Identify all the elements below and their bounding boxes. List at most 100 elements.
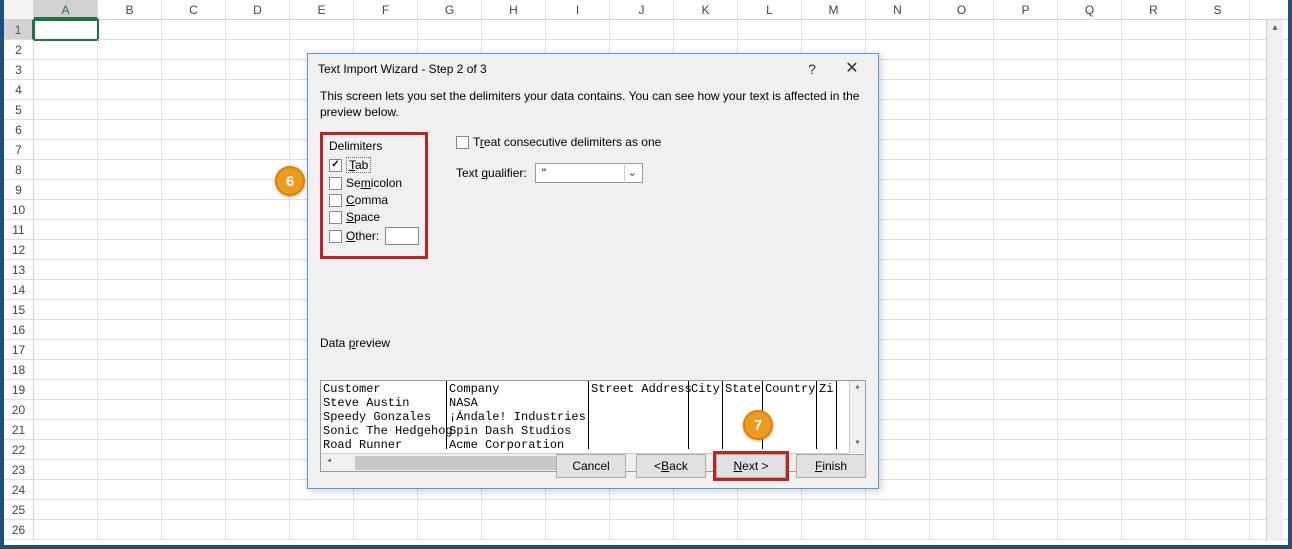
cell[interactable] bbox=[1186, 40, 1250, 60]
row-header[interactable]: 2 bbox=[4, 40, 34, 60]
cell[interactable] bbox=[994, 100, 1058, 120]
cell[interactable] bbox=[994, 320, 1058, 340]
cell[interactable] bbox=[98, 80, 162, 100]
cell[interactable] bbox=[930, 400, 994, 420]
cell[interactable] bbox=[1186, 500, 1250, 520]
scroll-left-icon[interactable]: ◂ bbox=[321, 455, 337, 471]
cell[interactable] bbox=[1058, 120, 1122, 140]
cell[interactable] bbox=[1058, 400, 1122, 420]
row-header[interactable]: 11 bbox=[4, 220, 34, 240]
cell[interactable] bbox=[1186, 80, 1250, 100]
cell[interactable] bbox=[98, 120, 162, 140]
cell[interactable] bbox=[226, 240, 290, 260]
cell[interactable] bbox=[1058, 440, 1122, 460]
cell[interactable] bbox=[866, 500, 930, 520]
cell[interactable] bbox=[802, 520, 866, 540]
row-header[interactable]: 15 bbox=[4, 300, 34, 320]
cell[interactable] bbox=[1058, 260, 1122, 280]
cell[interactable] bbox=[162, 380, 226, 400]
cell[interactable] bbox=[1186, 440, 1250, 460]
cell[interactable] bbox=[290, 20, 354, 40]
cell[interactable] bbox=[930, 220, 994, 240]
cell[interactable] bbox=[1122, 260, 1186, 280]
cell[interactable] bbox=[34, 140, 98, 160]
row-header[interactable]: 12 bbox=[4, 240, 34, 260]
row-header[interactable]: 5 bbox=[4, 100, 34, 120]
cell[interactable] bbox=[802, 500, 866, 520]
cell[interactable] bbox=[162, 360, 226, 380]
cell[interactable] bbox=[994, 400, 1058, 420]
cell[interactable] bbox=[1122, 60, 1186, 80]
scroll-up-icon[interactable]: ▴ bbox=[1267, 20, 1283, 37]
cell[interactable] bbox=[162, 440, 226, 460]
cell[interactable] bbox=[1122, 320, 1186, 340]
cell[interactable] bbox=[1058, 380, 1122, 400]
row-header[interactable]: 22 bbox=[4, 440, 34, 460]
cell[interactable] bbox=[1058, 300, 1122, 320]
row-header[interactable]: 6 bbox=[4, 120, 34, 140]
cell[interactable] bbox=[226, 440, 290, 460]
cell[interactable] bbox=[1058, 40, 1122, 60]
cell[interactable] bbox=[1122, 500, 1186, 520]
cell[interactable] bbox=[1186, 400, 1250, 420]
cell[interactable] bbox=[98, 180, 162, 200]
cell[interactable] bbox=[1122, 440, 1186, 460]
row-header[interactable]: 3 bbox=[4, 60, 34, 80]
cell[interactable] bbox=[1122, 80, 1186, 100]
column-header-o[interactable]: O bbox=[930, 0, 994, 19]
cell[interactable] bbox=[738, 20, 802, 40]
cell[interactable] bbox=[226, 340, 290, 360]
column-header-l[interactable]: L bbox=[738, 0, 802, 19]
cell[interactable] bbox=[226, 500, 290, 520]
finish-button[interactable]: Finish bbox=[796, 454, 866, 478]
row-header[interactable]: 25 bbox=[4, 500, 34, 520]
cell[interactable] bbox=[98, 40, 162, 60]
vertical-scrollbar[interactable]: ▴ bbox=[1266, 20, 1283, 541]
cell[interactable] bbox=[226, 120, 290, 140]
cell[interactable] bbox=[34, 360, 98, 380]
cell[interactable] bbox=[994, 160, 1058, 180]
cell[interactable] bbox=[162, 160, 226, 180]
row-header[interactable]: 24 bbox=[4, 480, 34, 500]
back-button[interactable]: < Back bbox=[636, 454, 706, 478]
cell[interactable] bbox=[930, 460, 994, 480]
cell[interactable] bbox=[354, 520, 418, 540]
cell[interactable] bbox=[418, 520, 482, 540]
cell[interactable] bbox=[994, 460, 1058, 480]
cancel-button[interactable]: Cancel bbox=[556, 454, 626, 478]
cell[interactable] bbox=[930, 60, 994, 80]
cell[interactable] bbox=[226, 220, 290, 240]
space-checkbox[interactable] bbox=[329, 211, 342, 224]
cell[interactable] bbox=[1058, 480, 1122, 500]
row-header[interactable]: 26 bbox=[4, 520, 34, 540]
cell[interactable] bbox=[610, 20, 674, 40]
cell[interactable] bbox=[34, 380, 98, 400]
cell[interactable] bbox=[482, 520, 546, 540]
cell[interactable] bbox=[994, 440, 1058, 460]
cell[interactable] bbox=[226, 20, 290, 40]
cell[interactable] bbox=[674, 520, 738, 540]
cell[interactable] bbox=[1122, 380, 1186, 400]
cell[interactable] bbox=[98, 360, 162, 380]
help-button[interactable]: ? bbox=[792, 55, 832, 83]
column-header-k[interactable]: K bbox=[674, 0, 738, 19]
text-qualifier-select[interactable]: " ⌄ bbox=[535, 163, 643, 183]
cell[interactable] bbox=[98, 300, 162, 320]
row-header[interactable]: 9 bbox=[4, 180, 34, 200]
cell[interactable] bbox=[1122, 340, 1186, 360]
cell[interactable] bbox=[162, 80, 226, 100]
cell[interactable] bbox=[1058, 60, 1122, 80]
cell[interactable] bbox=[930, 420, 994, 440]
cell[interactable] bbox=[162, 280, 226, 300]
cell[interactable] bbox=[162, 20, 226, 40]
cell[interactable] bbox=[1058, 460, 1122, 480]
cell[interactable] bbox=[994, 260, 1058, 280]
cell[interactable] bbox=[34, 300, 98, 320]
cell[interactable] bbox=[930, 320, 994, 340]
cell[interactable] bbox=[34, 160, 98, 180]
cell[interactable] bbox=[674, 500, 738, 520]
cell[interactable] bbox=[930, 360, 994, 380]
cell[interactable] bbox=[98, 160, 162, 180]
column-header-r[interactable]: R bbox=[1122, 0, 1186, 19]
cell[interactable] bbox=[482, 20, 546, 40]
